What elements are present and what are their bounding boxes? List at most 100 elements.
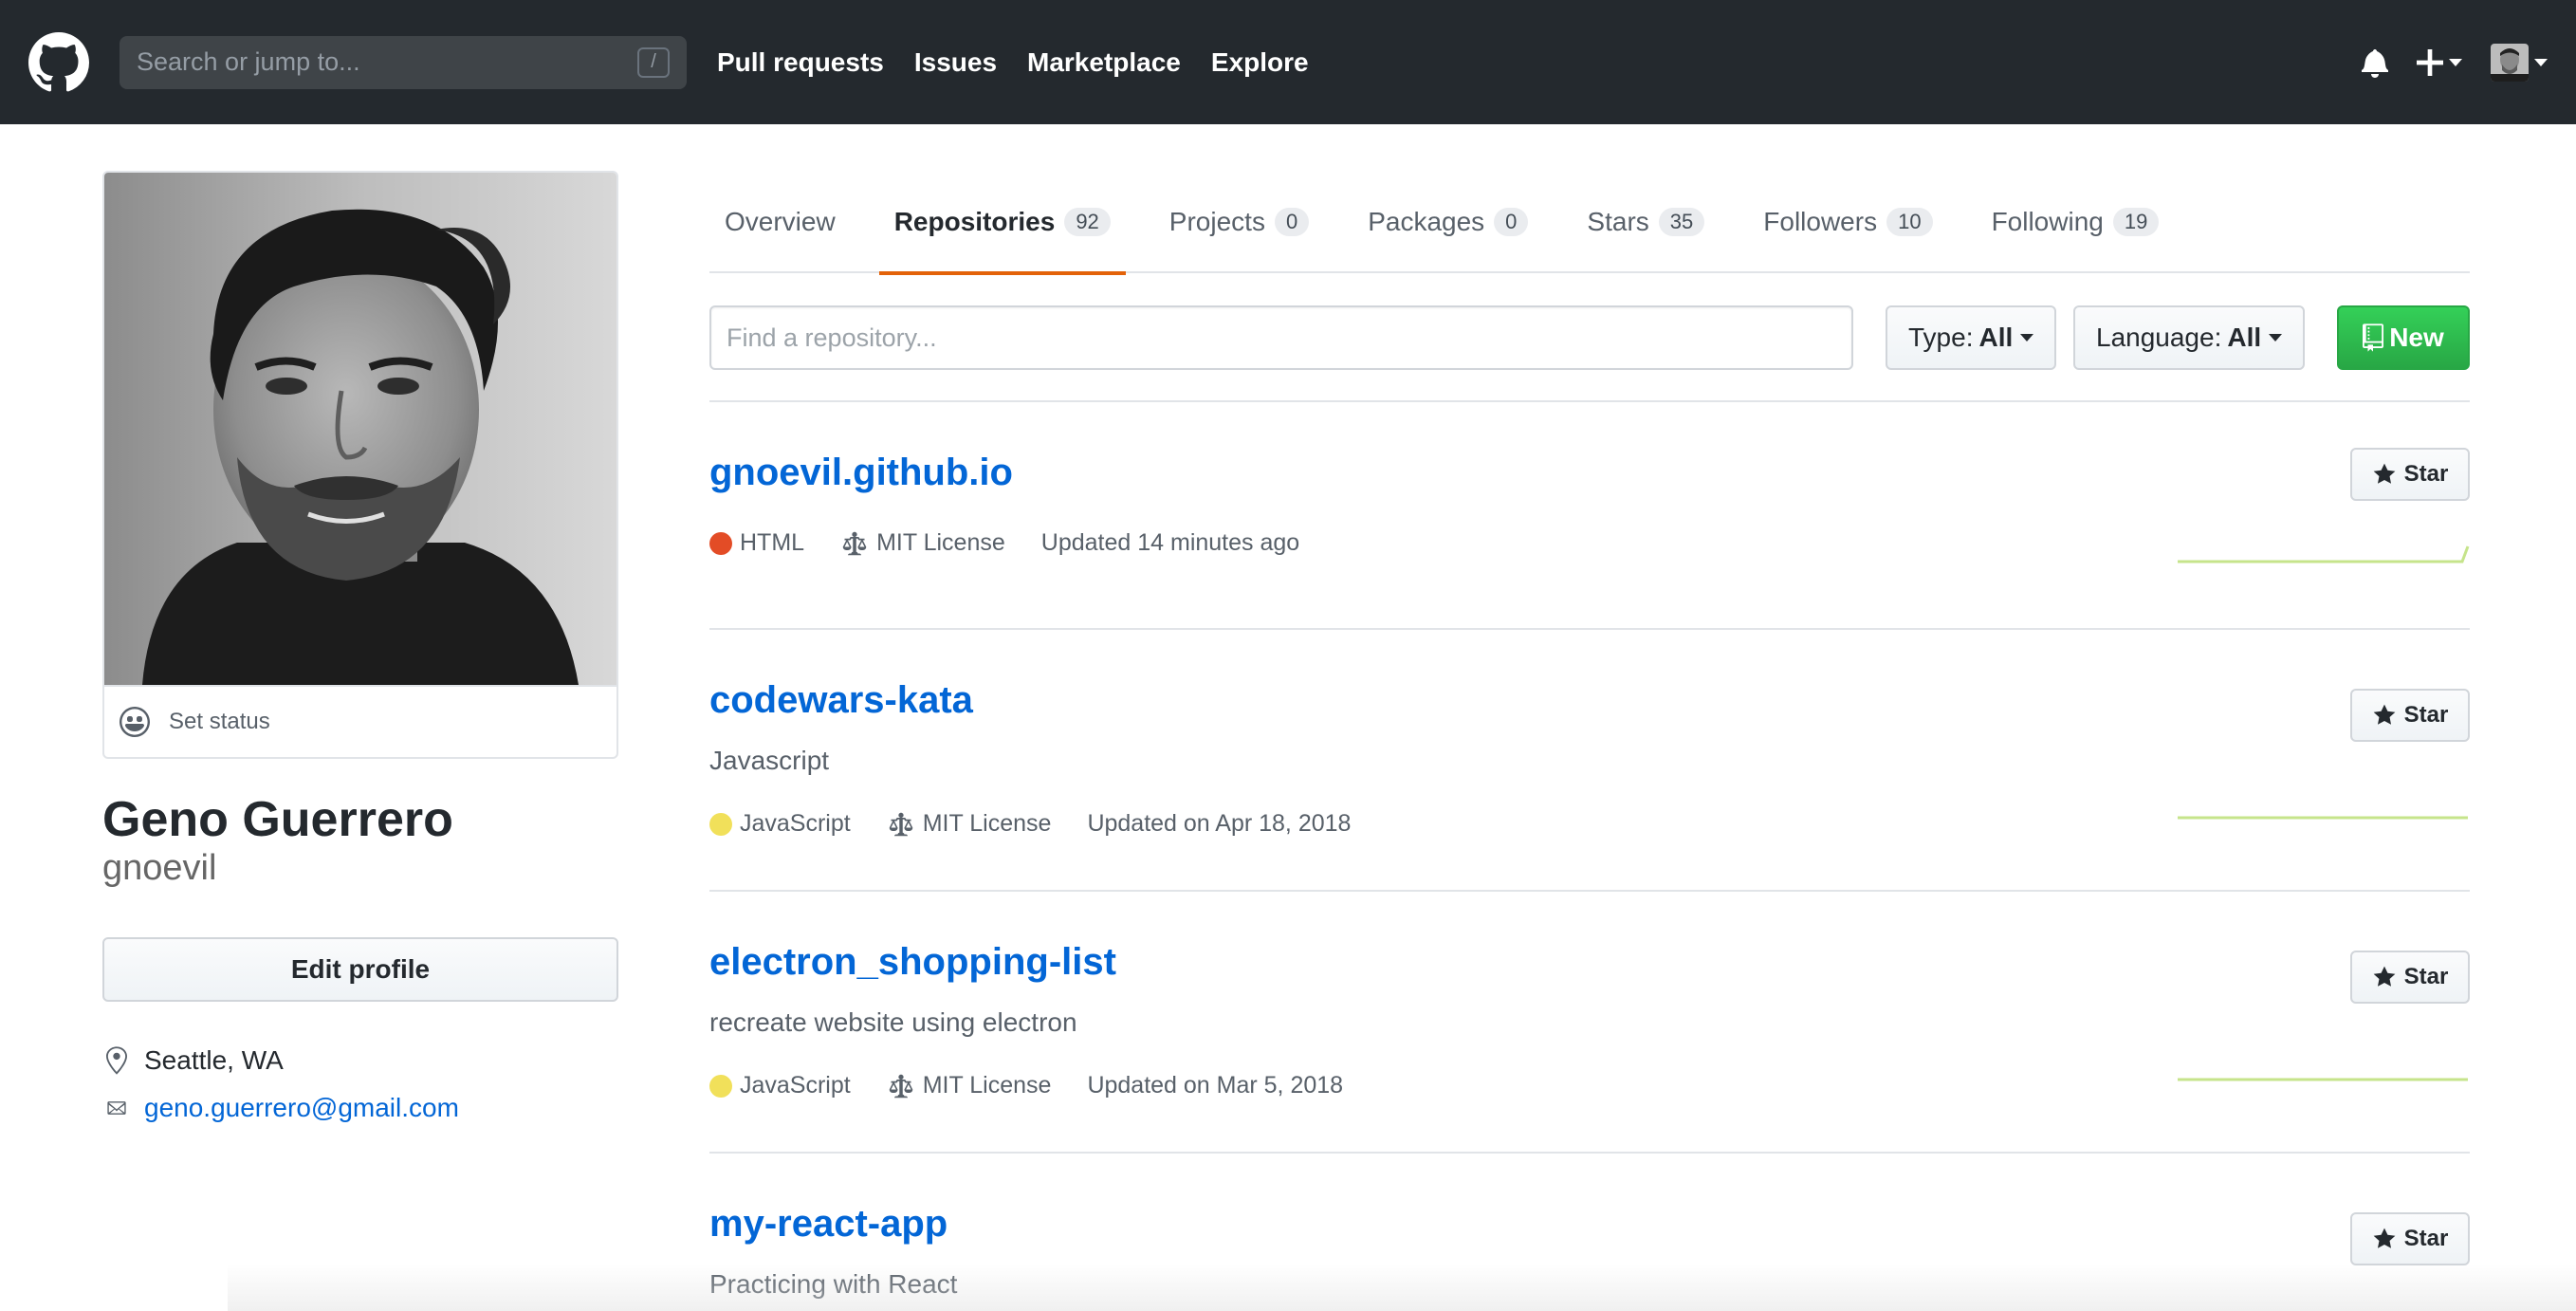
tab-label: Followers [1763,207,1878,236]
chevron-down-icon [2534,58,2548,66]
set-status-label: Set status [169,709,270,734]
repo-updated: Updated on Mar 5, 2018 [1087,1072,1344,1099]
location-icon [102,1046,131,1075]
star-label: Star [2403,1226,2449,1251]
language-name: JavaScript [740,1072,851,1099]
repo-list-item: codewars-kata Javascript JavaScript MIT … [709,630,2470,892]
law-scale-icon [889,812,912,836]
tab-stars[interactable]: Stars 35 [1572,171,1720,273]
nav-issues[interactable]: Issues [914,47,997,78]
global-header: Search or jump to... / Pull requests Iss… [0,0,2576,124]
repo-name-link[interactable]: my-react-app [709,1203,948,1246]
chevron-down-icon [2020,334,2034,342]
type-filter-label: Type: [1908,323,1974,352]
star-icon [2373,463,2396,484]
star-button[interactable]: Star [2350,951,2470,1004]
tab-packages[interactable]: Packages 0 [1352,171,1543,273]
location-text: Seattle, WA [144,1045,284,1075]
tab-label: Following [1991,207,2104,236]
star-button[interactable]: Star [2350,1212,2470,1265]
nav-explore[interactable]: Explore [1211,47,1309,78]
repo-book-icon [2363,323,2384,352]
find-repository-input[interactable] [709,305,1853,370]
tab-counter: 35 [1658,208,1705,236]
new-repository-button[interactable]: New [2337,305,2470,370]
repo-language: HTML [709,529,804,557]
profile-username: gnoevil [102,848,217,888]
edit-profile-button[interactable]: Edit profile [102,937,618,1002]
search-shortcut-key: / [637,46,670,78]
license-name: MIT License [922,810,1052,837]
github-logo-icon[interactable] [28,31,89,93]
global-nav: Pull requests Issues Marketplace Explore [717,47,1339,78]
language-name: JavaScript [740,810,851,837]
star-button[interactable]: Star [2350,689,2470,742]
set-status-button[interactable]: Set status [104,685,616,757]
tab-overview[interactable]: Overview [709,171,851,273]
language-color-dot [709,812,732,836]
law-scale-icon [889,1074,912,1098]
license-name: MIT License [876,529,1005,556]
language-filter-value: All [2227,323,2262,352]
profile-photo [104,173,616,685]
new-button-label: New [2389,323,2444,352]
activity-sparkline [2178,1078,2468,1081]
star-label: Star [2403,702,2449,728]
tab-following[interactable]: Following 19 [1977,171,2175,273]
language-name: HTML [740,529,805,556]
nav-pull-requests[interactable]: Pull requests [717,47,884,78]
mail-icon [102,1098,131,1118]
tab-counter: 19 [2112,208,2160,236]
star-label: Star [2403,461,2449,487]
repo-name-link[interactable]: codewars-kata [709,679,973,722]
star-icon [2373,704,2396,725]
repo-updated: Updated 14 minutes ago [1040,529,1300,556]
tab-counter: 0 [1274,208,1310,236]
star-label: Star [2403,964,2449,989]
star-button[interactable]: Star [2350,448,2470,501]
repo-updated: Updated on Apr 18, 2018 [1087,810,1352,837]
create-new-plus-icon[interactable] [2417,48,2462,76]
repo-language: JavaScript [709,1072,851,1099]
repo-list-item: electron_shopping-list recreate website … [709,892,2470,1154]
tab-label: Projects [1168,207,1265,236]
notifications-bell-icon[interactable] [2362,47,2388,78]
smiley-icon [120,707,150,737]
user-menu[interactable] [2491,43,2548,82]
star-icon [2373,966,2396,987]
tab-label: Repositories [893,207,1056,236]
profile-details: Seattle, WA geno.guerrero@gmail.com [102,1042,459,1136]
tab-followers[interactable]: Followers 10 [1748,171,1947,273]
license-name: MIT License [922,1072,1052,1099]
chevron-down-icon [2269,334,2283,342]
profile-fullname: Geno Guerrero [102,792,453,847]
repo-name-link[interactable]: gnoevil.github.io [709,452,1013,494]
repo-description: Practicing with React [709,1269,958,1299]
repo-license: MIT License [887,810,1052,838]
repo-language: JavaScript [709,810,851,838]
repo-description: Javascript [709,746,830,775]
email-link[interactable]: geno.guerrero@gmail.com [144,1093,459,1123]
search-placeholder: Search or jump to... [137,47,360,76]
header-actions [2333,0,2548,124]
tab-projects[interactable]: Projects 0 [1154,171,1324,273]
tab-label: Overview [725,207,836,236]
tab-counter: 92 [1064,208,1111,236]
nav-marketplace[interactable]: Marketplace [1027,47,1181,78]
tab-label: Stars [1587,207,1649,236]
repo-list-item: gnoevil.github.io HTML MIT License Updat… [709,402,2470,630]
language-color-dot [709,1074,732,1098]
star-icon [2373,1228,2396,1248]
global-search-input[interactable]: Search or jump to... / [120,35,687,89]
tab-repositories[interactable]: Repositories 92 [878,171,1126,275]
repo-name-link[interactable]: electron_shopping-list [709,941,1116,984]
email-row: geno.guerrero@gmail.com [102,1089,459,1127]
repo-license: MIT License [840,529,1005,557]
chevron-down-icon [2449,58,2462,66]
repo-list-item: my-react-app Practicing with React Star [709,1154,2470,1311]
repo-license: MIT License [887,1072,1052,1099]
repo-meta: JavaScript MIT License Updated on Apr 18… [709,810,1387,838]
profile-tabs: Overview Repositories 92 Projects 0 Pack… [709,171,2470,275]
language-filter-dropdown[interactable]: Language: All [2073,305,2306,370]
type-filter-dropdown[interactable]: Type: All [1886,305,2057,370]
